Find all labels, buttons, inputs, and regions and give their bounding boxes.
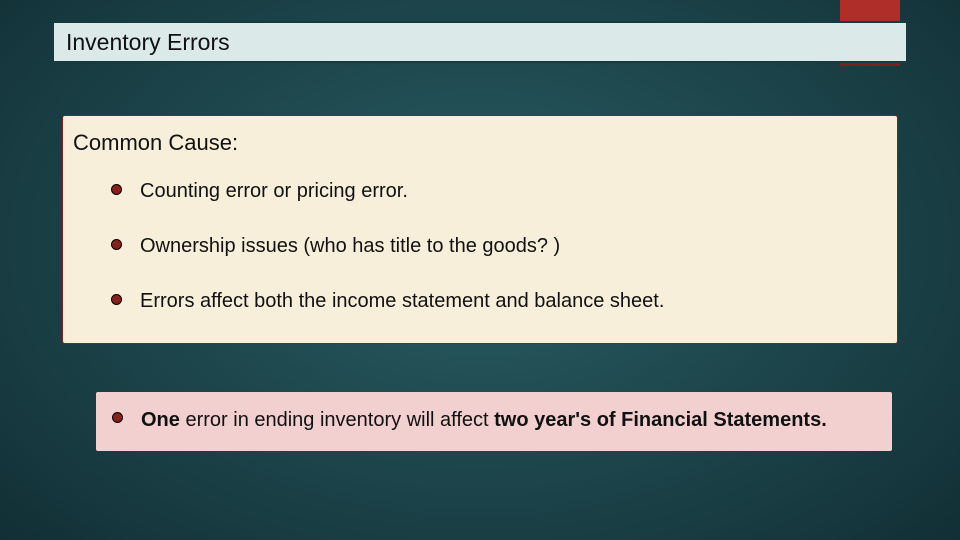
slide-title: Inventory Errors (66, 29, 230, 56)
bullet-icon (112, 412, 123, 423)
list-item: Ownership issues (who has title to the g… (111, 233, 883, 260)
bullet-text: Errors affect both the income statement … (140, 288, 664, 315)
bullet-icon (111, 239, 122, 250)
callout-mid: error in ending inventory will affect (180, 409, 494, 431)
bullet-text: Ownership issues (who has title to the g… (140, 233, 560, 260)
callout-bold-2: two year's of Financial Statements. (494, 409, 827, 431)
bullet-icon (111, 294, 122, 305)
callout-box: One error in ending inventory will affec… (96, 392, 892, 451)
callout-bold-1: One (141, 409, 180, 431)
bullet-icon (111, 184, 122, 195)
list-item: Errors affect both the income statement … (111, 288, 883, 315)
content-heading: Common Cause: (73, 130, 883, 156)
list-item: Counting error or pricing error. (111, 178, 883, 205)
callout-text: One error in ending inventory will affec… (141, 406, 827, 435)
bullet-text: Counting error or pricing error. (140, 178, 408, 205)
list-item: One error in ending inventory will affec… (112, 406, 876, 435)
content-box: Common Cause: Counting error or pricing … (62, 115, 898, 344)
slide-title-bar: Inventory Errors (52, 21, 908, 63)
